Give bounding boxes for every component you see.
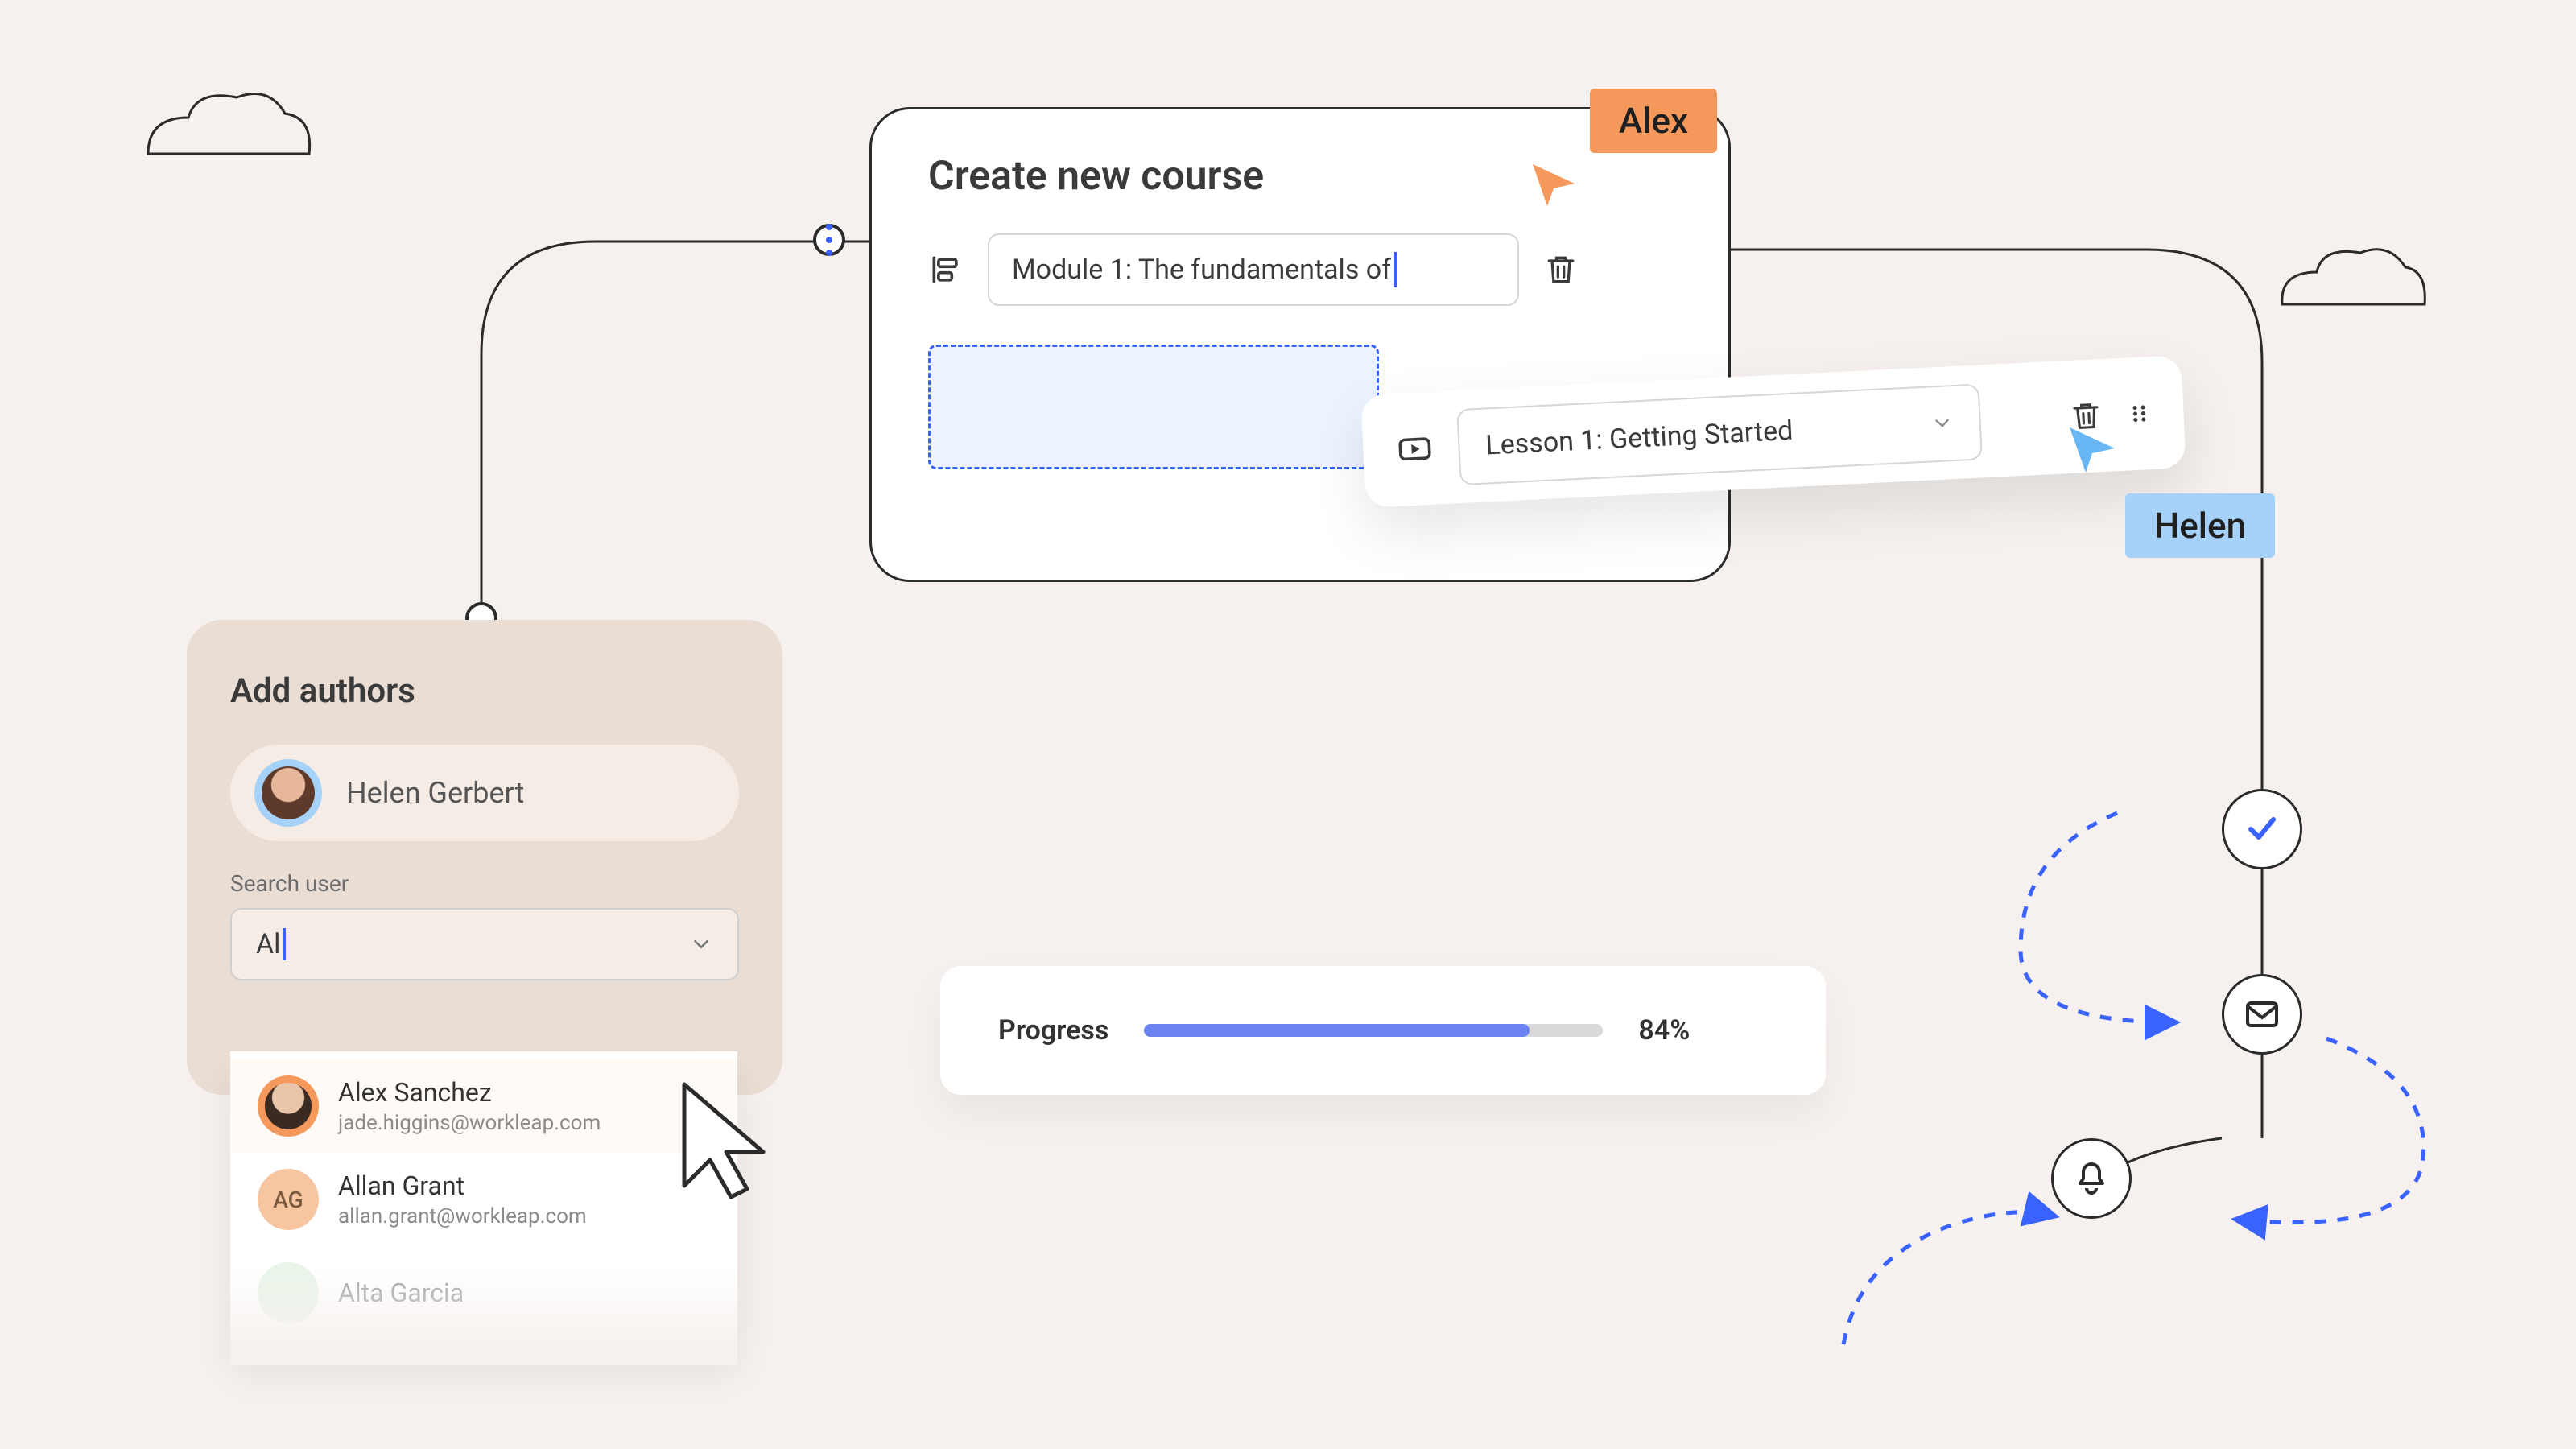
- lesson-drop-zone[interactable]: [928, 345, 1379, 469]
- cursor-helen-icon: [2065, 423, 2121, 479]
- avatar: [258, 1075, 319, 1137]
- more-vertical-icon: [826, 224, 832, 256]
- result-email: jade.higgins@workleap.com: [338, 1111, 601, 1135]
- add-authors-title: Add authors: [230, 671, 739, 711]
- lesson-select-value: Lesson 1: Getting Started: [1484, 415, 1794, 462]
- search-result-item[interactable]: Alta Garcia: [230, 1246, 737, 1340]
- chevron-down-icon: [689, 932, 713, 956]
- create-course-panel: Create new course Module 1: The fundamen…: [869, 107, 1731, 582]
- module-title-input[interactable]: Module 1: The fundamentals of: [988, 233, 1519, 306]
- selected-author-name: Helen Gerbert: [346, 776, 524, 810]
- module-title-value: Module 1: The fundamentals of: [1012, 254, 1391, 286]
- flow-arrows: [1811, 765, 2536, 1377]
- panel-options-button[interactable]: [813, 224, 845, 256]
- avatar: [254, 759, 322, 827]
- search-result-item[interactable]: AG Allan Grant allan.grant@workleap.com: [230, 1153, 737, 1246]
- chevron-down-icon: [1930, 411, 1954, 435]
- delete-module-button[interactable]: [1543, 252, 1579, 287]
- search-user-value: Al: [256, 928, 280, 960]
- progress-card: Progress 84%: [940, 966, 1826, 1095]
- lesson-select[interactable]: Lesson 1: Getting Started: [1456, 383, 1983, 485]
- align-left-icon[interactable]: [928, 252, 964, 287]
- search-user-label: Search user: [230, 870, 739, 897]
- search-result-item[interactable]: Alex Sanchez jade.higgins@workleap.com: [230, 1059, 737, 1153]
- mouse-pointer-icon: [670, 1075, 791, 1212]
- result-name: Alta Garcia: [338, 1278, 464, 1308]
- avatar: AG: [258, 1169, 319, 1230]
- text-caret: [1394, 252, 1397, 287]
- search-user-input[interactable]: Al: [230, 908, 739, 980]
- drag-grip-icon[interactable]: [2127, 401, 2152, 426]
- text-caret: [283, 928, 286, 960]
- result-name: Alex Sanchez: [338, 1077, 601, 1108]
- selected-author-chip[interactable]: Helen Gerbert: [230, 745, 739, 841]
- video-play-icon: [1394, 429, 1435, 469]
- cursor-alex-icon: [1528, 159, 1579, 211]
- result-name: Allan Grant: [338, 1170, 587, 1201]
- collaborator-tag-alex: Alex: [1590, 89, 1717, 153]
- avatar: [258, 1262, 319, 1323]
- collaborator-tag-helen: Helen: [2125, 493, 2275, 558]
- result-email: allan.grant@workleap.com: [338, 1204, 587, 1228]
- progress-label: Progress: [998, 1014, 1108, 1046]
- search-results-dropdown: Alex Sanchez jade.higgins@workleap.com A…: [230, 1051, 737, 1348]
- progress-bar: [1144, 1024, 1603, 1037]
- add-authors-panel: Add authors Helen Gerbert Search user Al: [187, 620, 782, 1095]
- progress-percent: 84%: [1638, 1014, 1690, 1046]
